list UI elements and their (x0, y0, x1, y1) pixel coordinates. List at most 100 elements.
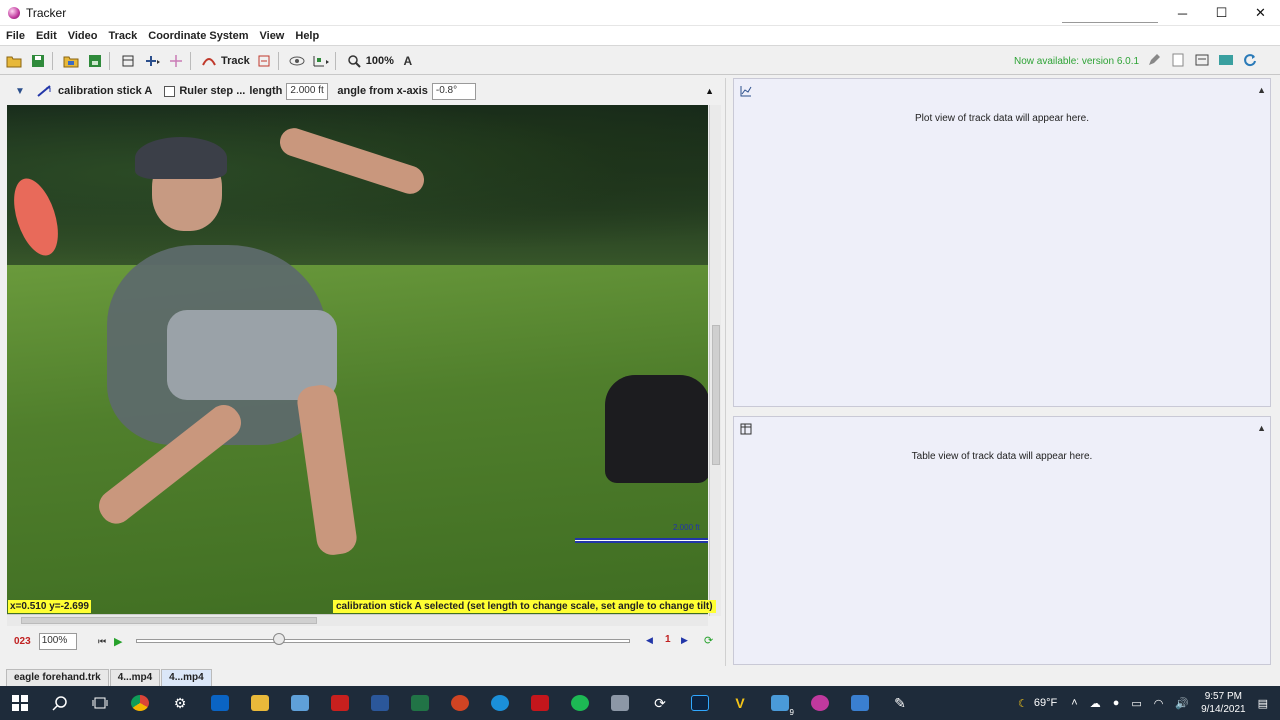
tab-eagle-forehand[interactable]: eagle forehand.trk (6, 669, 109, 686)
plot-panel-collapse-icon[interactable]: ▲ (1257, 85, 1266, 95)
track-create-icon[interactable] (199, 51, 219, 71)
eye-icon[interactable] (287, 51, 307, 71)
cloud-icon[interactable]: ☁ (1090, 697, 1101, 710)
store-icon[interactable] (280, 686, 320, 720)
app-icon[interactable] (600, 686, 640, 720)
spotify-icon[interactable] (560, 686, 600, 720)
library-icon[interactable] (1216, 50, 1236, 70)
notes-icon[interactable] (1168, 50, 1188, 70)
network-icon[interactable]: ▭ (1131, 697, 1141, 710)
rewind-icon[interactable]: ⏮ (92, 631, 112, 651)
plot-icon[interactable] (740, 85, 752, 100)
table-icon[interactable] (740, 423, 752, 438)
microphone-icon[interactable]: ● (1113, 697, 1120, 709)
search-icon[interactable] (40, 686, 80, 720)
pen-icon[interactable]: ✎ (880, 686, 920, 720)
save-icon[interactable] (28, 51, 48, 71)
panel-collapse-icon[interactable]: ▲ (705, 86, 714, 96)
menu-edit[interactable]: Edit (32, 30, 62, 42)
maximize-button[interactable]: ☐ (1202, 0, 1241, 26)
length-field[interactable]: 2.000 ft (286, 82, 329, 100)
video-horizontal-scrollbar[interactable] (7, 614, 708, 626)
notifications-icon[interactable]: ▤ (1258, 697, 1268, 710)
step-back-icon[interactable]: ◀ (646, 635, 653, 646)
plot-placeholder-text: Plot view of track data will appear here… (915, 113, 1089, 124)
backpack (605, 375, 708, 483)
font-size-icon[interactable]: A (398, 51, 418, 71)
status-message: calibration stick A selected (set length… (333, 600, 716, 613)
chrome-icon[interactable] (120, 686, 160, 720)
video-frame[interactable]: 2.000 ft (7, 105, 708, 616)
step-size[interactable]: 1 (665, 634, 671, 645)
photos-icon[interactable] (840, 686, 880, 720)
norton-icon[interactable]: V (720, 686, 760, 720)
minimize-button[interactable]: ─ (1163, 0, 1202, 26)
properties-icon[interactable] (1192, 50, 1212, 70)
step-forward-icon[interactable]: ▶ (681, 635, 688, 646)
chevron-up-icon[interactable]: ˄ (1071, 697, 1077, 709)
open-folder-icon[interactable] (4, 51, 24, 71)
menu-coordinate-system[interactable]: Coordinate System (144, 30, 253, 42)
track-button-label[interactable]: Track (221, 55, 250, 67)
tracker-icon[interactable] (800, 686, 840, 720)
start-icon[interactable] (0, 686, 40, 720)
powerpoint-icon[interactable] (440, 686, 480, 720)
frame-slider[interactable] (136, 639, 630, 643)
skype-icon[interactable] (480, 686, 520, 720)
footprint-icon[interactable] (311, 51, 331, 71)
menu-view[interactable]: View (256, 30, 290, 42)
acrobat-icon[interactable] (320, 686, 360, 720)
wifi-icon[interactable]: ◠ (1154, 697, 1164, 710)
word-icon[interactable] (360, 686, 400, 720)
weather-moon-icon[interactable]: ☾ (1018, 697, 1028, 710)
table-panel-collapse-icon[interactable]: ▲ (1257, 423, 1266, 433)
clip-settings-icon[interactable] (118, 51, 138, 71)
track-control-icon[interactable] (254, 51, 274, 71)
settings-icon[interactable]: ⚙ (160, 686, 200, 720)
frame-number[interactable]: 023 (14, 636, 31, 647)
task-view-icon[interactable] (80, 686, 120, 720)
excel-icon[interactable] (400, 686, 440, 720)
refresh-icon[interactable] (1240, 50, 1260, 70)
loop-icon[interactable]: ⟳ (704, 634, 713, 647)
video-vertical-scrollbar[interactable] (709, 105, 721, 616)
tab-video-1[interactable]: 4...mp4 (109, 669, 161, 686)
file-explorer-icon[interactable] (240, 686, 280, 720)
pencil-icon[interactable] (1144, 50, 1164, 70)
close-button[interactable]: ✕ (1241, 0, 1280, 26)
ruler-step-checkbox[interactable] (164, 85, 176, 97)
calibration-tool-name[interactable]: calibration stick A (58, 85, 152, 97)
zoom-icon[interactable] (344, 51, 364, 71)
temperature[interactable]: 69°F (1034, 697, 1057, 709)
photoshop-icon[interactable] (680, 686, 720, 720)
clock[interactable]: 9:57 PM 9/14/2021 (1201, 690, 1246, 716)
menu-track[interactable]: Track (105, 30, 143, 42)
sync-icon[interactable]: ⟳ (640, 686, 680, 720)
save-video-icon[interactable] (85, 51, 105, 71)
calibration-stick-marker[interactable] (575, 538, 708, 543)
vertical-split-divider[interactable] (725, 78, 731, 666)
scrollbar-thumb[interactable] (712, 325, 720, 465)
playback-rate-field[interactable]: 100% (38, 632, 77, 650)
frame-slider-knob[interactable] (273, 633, 286, 645)
menu-video[interactable]: Video (64, 30, 103, 42)
menu-help[interactable]: Help (291, 30, 324, 42)
horizontal-split-divider[interactable] (733, 407, 1271, 416)
open-video-icon[interactable] (61, 51, 81, 71)
files-icon[interactable]: 9 (760, 686, 800, 720)
angle-field[interactable]: -0.8° (431, 82, 476, 100)
sw-icon[interactable] (520, 686, 560, 720)
tab-video-2[interactable]: 4...mp4 (161, 669, 212, 686)
collapse-triangle-icon[interactable]: ▼ (10, 81, 30, 101)
version-available-link[interactable]: Now available: version 6.0.1 (1014, 56, 1139, 67)
zoom-level[interactable]: 100% (366, 55, 394, 67)
play-icon[interactable]: ▶ (114, 635, 122, 648)
scrollbar-thumb[interactable] (21, 617, 317, 624)
ruler-step-label: Ruler step ... (179, 85, 246, 97)
axes-icon[interactable] (166, 51, 186, 71)
calibration-tools-icon[interactable] (142, 51, 162, 71)
calibration-stick-icon (34, 81, 54, 101)
volume-icon[interactable]: 🔊 (1175, 697, 1189, 710)
outlook-icon[interactable] (200, 686, 240, 720)
menu-file[interactable]: File (2, 30, 30, 42)
